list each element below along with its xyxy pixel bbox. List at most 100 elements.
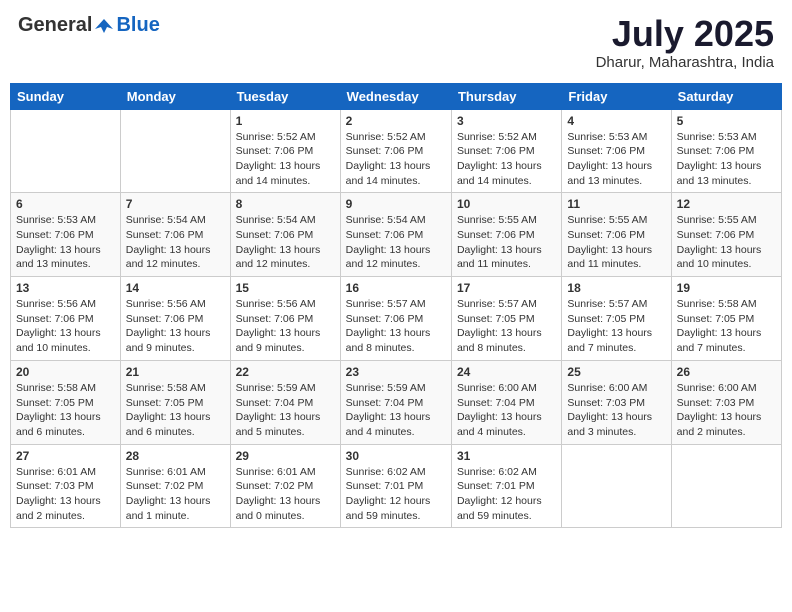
logo: General Blue (18, 14, 160, 37)
calendar-week-3: 13 Sunrise: 5:56 AM Sunset: 7:06 PM Dayli… (11, 277, 782, 361)
day-number: 1 (236, 114, 335, 128)
calendar-cell: 18 Sunrise: 5:57 AM Sunset: 7:05 PM Dayli… (562, 277, 671, 361)
calendar-cell: 1 Sunrise: 5:52 AM Sunset: 7:06 PM Daylig… (230, 109, 340, 193)
day-number: 16 (346, 281, 446, 295)
header-friday: Friday (562, 83, 671, 109)
logo-general: General (18, 14, 92, 37)
day-number: 14 (126, 281, 225, 295)
day-number: 15 (236, 281, 335, 295)
calendar-cell (120, 109, 230, 193)
day-number: 4 (567, 114, 665, 128)
day-number: 8 (236, 197, 335, 211)
calendar-cell: 24 Sunrise: 6:00 AM Sunset: 7:04 PM Dayli… (451, 360, 561, 444)
day-number: 18 (567, 281, 665, 295)
day-info: Sunrise: 6:01 AM Sunset: 7:02 PM Dayligh… (236, 465, 335, 524)
day-info: Sunrise: 5:53 AM Sunset: 7:06 PM Dayligh… (677, 130, 776, 189)
calendar-week-5: 27Sunrise: 6:01 AM Sunset: 7:03 PM Dayli… (11, 444, 782, 528)
day-info: Sunrise: 5:58 AM Sunset: 7:05 PM Dayligh… (677, 297, 776, 356)
calendar-cell: 7 Sunrise: 5:54 AM Sunset: 7:06 PM Daylig… (120, 193, 230, 277)
day-info: Sunrise: 5:53 AM Sunset: 7:06 PM Dayligh… (567, 130, 665, 189)
calendar-cell (11, 109, 121, 193)
calendar-cell: 2Sunrise: 5:52 AM Sunset: 7:06 PM Daylig… (340, 109, 451, 193)
day-number: 3 (457, 114, 556, 128)
calendar-cell: 25 Sunrise: 6:00 AM Sunset: 7:03 PM Dayli… (562, 360, 671, 444)
day-number: 23 (346, 365, 446, 379)
header-wednesday: Wednesday (340, 83, 451, 109)
logo-bird-icon (93, 17, 115, 35)
day-info: Sunrise: 5:52 AM Sunset: 7:06 PM Dayligh… (457, 130, 556, 189)
day-info: Sunrise: 5:57 AM Sunset: 7:05 PM Dayligh… (457, 297, 556, 356)
day-info: Sunrise: 5:56 AM Sunset: 7:06 PM Dayligh… (16, 297, 115, 356)
calendar-cell (562, 444, 671, 528)
day-number: 26 (677, 365, 776, 379)
day-info: Sunrise: 6:02 AM Sunset: 7:01 PM Dayligh… (346, 465, 446, 524)
day-info: Sunrise: 6:00 AM Sunset: 7:04 PM Dayligh… (457, 381, 556, 440)
day-info: Sunrise: 5:54 AM Sunset: 7:06 PM Dayligh… (126, 213, 225, 272)
day-number: 22 (236, 365, 335, 379)
day-number: 31 (457, 449, 556, 463)
calendar-table: SundayMondayTuesdayWednesdayThursdayFrid… (10, 83, 782, 529)
day-info: Sunrise: 5:57 AM Sunset: 7:06 PM Dayligh… (346, 297, 446, 356)
header-saturday: Saturday (671, 83, 781, 109)
day-info: Sunrise: 5:59 AM Sunset: 7:04 PM Dayligh… (236, 381, 335, 440)
day-info: Sunrise: 6:00 AM Sunset: 7:03 PM Dayligh… (677, 381, 776, 440)
day-info: Sunrise: 5:55 AM Sunset: 7:06 PM Dayligh… (677, 213, 776, 272)
day-number: 24 (457, 365, 556, 379)
day-number: 28 (126, 449, 225, 463)
calendar-cell: 23 Sunrise: 5:59 AM Sunset: 7:04 PM Dayli… (340, 360, 451, 444)
calendar-cell: 22 Sunrise: 5:59 AM Sunset: 7:04 PM Dayli… (230, 360, 340, 444)
day-number: 10 (457, 197, 556, 211)
calendar-cell: 17Sunrise: 5:57 AM Sunset: 7:05 PM Dayli… (451, 277, 561, 361)
day-info: Sunrise: 5:52 AM Sunset: 7:06 PM Dayligh… (346, 130, 446, 189)
day-number: 20 (16, 365, 115, 379)
month-title: July 2025 (596, 14, 774, 54)
day-info: Sunrise: 5:58 AM Sunset: 7:05 PM Dayligh… (16, 381, 115, 440)
location: Dharur, Maharashtra, India (596, 54, 774, 71)
calendar-cell: 15Sunrise: 5:56 AM Sunset: 7:06 PM Dayli… (230, 277, 340, 361)
calendar-cell: 3 Sunrise: 5:52 AM Sunset: 7:06 PM Daylig… (451, 109, 561, 193)
calendar-cell: 21 Sunrise: 5:58 AM Sunset: 7:05 PM Dayli… (120, 360, 230, 444)
day-info: Sunrise: 5:58 AM Sunset: 7:05 PM Dayligh… (126, 381, 225, 440)
day-number: 29 (236, 449, 335, 463)
calendar-cell: 19Sunrise: 5:58 AM Sunset: 7:05 PM Dayli… (671, 277, 781, 361)
day-info: Sunrise: 5:55 AM Sunset: 7:06 PM Dayligh… (457, 213, 556, 272)
calendar-cell: 5 Sunrise: 5:53 AM Sunset: 7:06 PM Daylig… (671, 109, 781, 193)
calendar-cell: 14Sunrise: 5:56 AM Sunset: 7:06 PM Dayli… (120, 277, 230, 361)
calendar-cell: 26 Sunrise: 6:00 AM Sunset: 7:03 PM Dayli… (671, 360, 781, 444)
header-sunday: Sunday (11, 83, 121, 109)
calendar-cell: 16 Sunrise: 5:57 AM Sunset: 7:06 PM Dayli… (340, 277, 451, 361)
calendar-cell: 13 Sunrise: 5:56 AM Sunset: 7:06 PM Dayli… (11, 277, 121, 361)
day-number: 25 (567, 365, 665, 379)
day-info: Sunrise: 5:59 AM Sunset: 7:04 PM Dayligh… (346, 381, 446, 440)
day-number: 30 (346, 449, 446, 463)
calendar-cell: 6Sunrise: 5:53 AM Sunset: 7:06 PM Daylig… (11, 193, 121, 277)
calendar-cell: 12Sunrise: 5:55 AM Sunset: 7:06 PM Dayli… (671, 193, 781, 277)
calendar-week-2: 6Sunrise: 5:53 AM Sunset: 7:06 PM Daylig… (11, 193, 782, 277)
day-info: Sunrise: 5:57 AM Sunset: 7:05 PM Dayligh… (567, 297, 665, 356)
day-info: Sunrise: 5:54 AM Sunset: 7:06 PM Dayligh… (236, 213, 335, 272)
calendar-cell: 27Sunrise: 6:01 AM Sunset: 7:03 PM Dayli… (11, 444, 121, 528)
logo-blue: Blue (116, 14, 159, 37)
day-number: 13 (16, 281, 115, 295)
day-info: Sunrise: 6:01 AM Sunset: 7:02 PM Dayligh… (126, 465, 225, 524)
calendar-week-1: 1 Sunrise: 5:52 AM Sunset: 7:06 PM Daylig… (11, 109, 782, 193)
day-info: Sunrise: 5:52 AM Sunset: 7:06 PM Dayligh… (236, 130, 335, 189)
day-number: 5 (677, 114, 776, 128)
day-number: 21 (126, 365, 225, 379)
calendar-cell: 9 Sunrise: 5:54 AM Sunset: 7:06 PM Daylig… (340, 193, 451, 277)
header-tuesday: Tuesday (230, 83, 340, 109)
day-number: 7 (126, 197, 225, 211)
calendar-cell: 31Sunrise: 6:02 AM Sunset: 7:01 PM Dayli… (451, 444, 561, 528)
day-info: Sunrise: 6:00 AM Sunset: 7:03 PM Dayligh… (567, 381, 665, 440)
calendar-cell: 10 Sunrise: 5:55 AM Sunset: 7:06 PM Dayli… (451, 193, 561, 277)
calendar-cell: 20 Sunrise: 5:58 AM Sunset: 7:05 PM Dayli… (11, 360, 121, 444)
calendar-cell: 30 Sunrise: 6:02 AM Sunset: 7:01 PM Dayli… (340, 444, 451, 528)
calendar-cell: 4 Sunrise: 5:53 AM Sunset: 7:06 PM Daylig… (562, 109, 671, 193)
day-number: 11 (567, 197, 665, 211)
day-info: Sunrise: 5:54 AM Sunset: 7:06 PM Dayligh… (346, 213, 446, 272)
day-info: Sunrise: 5:53 AM Sunset: 7:06 PM Dayligh… (16, 213, 115, 272)
calendar-header-row: SundayMondayTuesdayWednesdayThursdayFrid… (11, 83, 782, 109)
calendar-cell: 29 Sunrise: 6:01 AM Sunset: 7:02 PM Dayli… (230, 444, 340, 528)
day-number: 9 (346, 197, 446, 211)
title-block: July 2025 Dharur, Maharashtra, India (596, 14, 774, 71)
